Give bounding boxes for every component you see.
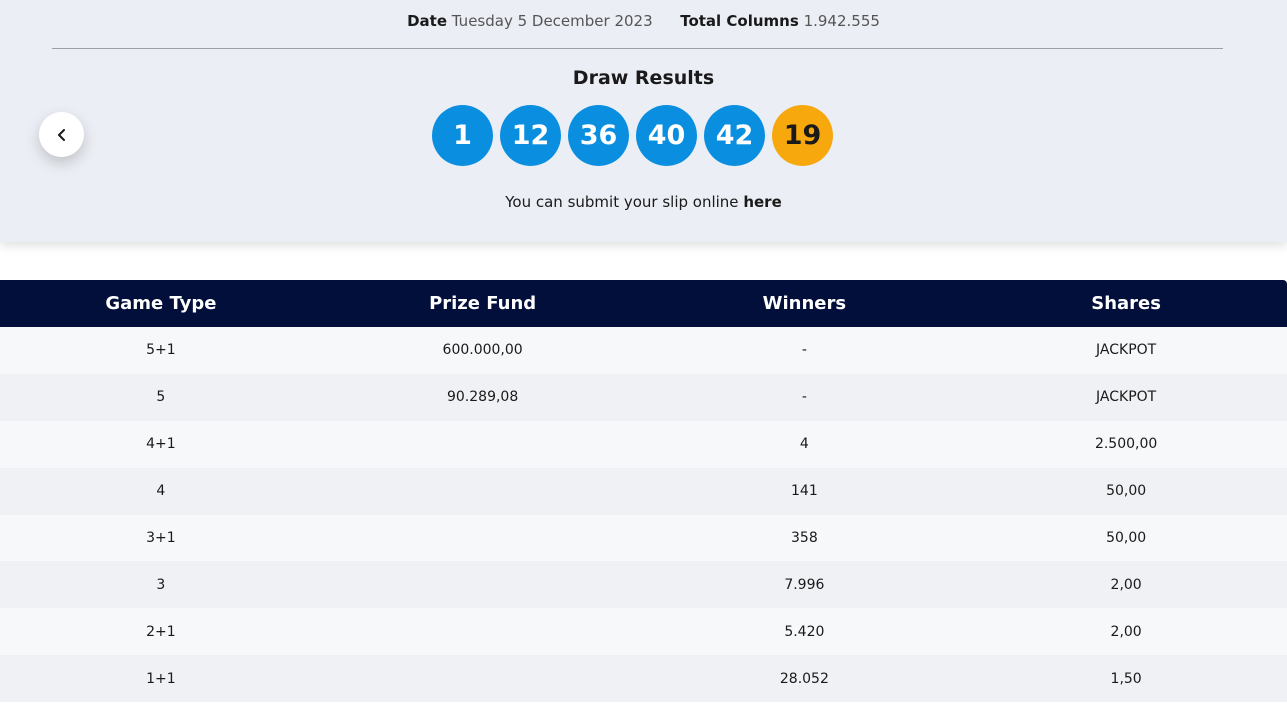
- cell-prize-fund: 90.289,08: [446, 389, 519, 406]
- table-row: 4 141 50,00: [0, 467, 1287, 515]
- table-row: 5 90.289,08 - JACKPOT: [0, 373, 1287, 421]
- cell-winners: 5.420: [784, 623, 825, 640]
- previous-draw-button[interactable]: [39, 112, 84, 157]
- cell-game-type: 4: [156, 483, 166, 500]
- cell-shares: 50,00: [1106, 483, 1147, 500]
- submit-slip-label: You can submit your slip online: [505, 193, 739, 211]
- number-ball: 40: [636, 105, 697, 166]
- table-row: 1+1 28.052 1,50: [0, 655, 1287, 703]
- cell-winners: -: [801, 342, 807, 359]
- cell-winners: 28.052: [779, 670, 829, 687]
- table-row: 3+1 358 50,00: [0, 514, 1287, 562]
- cell-winners: 358: [791, 530, 818, 546]
- column-header-prize-fund: Prize Fund: [429, 293, 537, 314]
- drawn-numbers: 1 12 36 40 42 19: [432, 105, 833, 166]
- draw-info-panel: Date Tuesday 5 December 2023 Total Colum…: [0, 0, 1287, 242]
- cell-game-type: 5+1: [146, 342, 176, 359]
- draw-meta: Date Tuesday 5 December 2023 Total Colum…: [0, 12, 1287, 30]
- number-ball: 36: [568, 105, 629, 166]
- cell-winners: 141: [791, 483, 818, 500]
- chevron-left-icon: [57, 128, 65, 141]
- date-value: Tuesday 5 December 2023: [451, 12, 653, 30]
- cell-game-type: 1+1: [146, 670, 176, 687]
- cell-shares: JACKPOT: [1096, 342, 1157, 359]
- number-ball: 1: [432, 105, 493, 166]
- column-header-winners: Winners: [762, 293, 847, 314]
- cell-shares: 2,00: [1110, 623, 1142, 640]
- cell-shares: 2.500,00: [1094, 436, 1158, 453]
- total-columns-label: Total Columns: [680, 12, 799, 30]
- submit-slip-link[interactable]: here: [743, 193, 781, 211]
- column-header-game-type: Game Type: [105, 293, 217, 314]
- number-ball: 42: [704, 105, 765, 166]
- date-label: Date: [407, 12, 448, 30]
- cell-shares: JACKPOT: [1096, 389, 1157, 406]
- cell-game-type: 3+1: [146, 530, 176, 546]
- cell-winners: 7.996: [784, 576, 825, 593]
- total-columns-value: 1.942.555: [803, 12, 880, 30]
- cell-shares: 50,00: [1106, 530, 1147, 546]
- divider: [52, 48, 1223, 49]
- prize-table: Game Type Prize Fund Winners Shares 5+1 …: [0, 280, 1287, 703]
- table-header: Game Type Prize Fund Winners Shares: [0, 280, 1287, 327]
- cell-game-type: 3: [156, 576, 166, 593]
- bonus-number-ball: 19: [772, 105, 833, 166]
- cell-prize-fund: 600.000,00: [442, 342, 523, 359]
- cell-shares: 2,00: [1110, 576, 1142, 593]
- table-row: 5+1 600.000,00 - JACKPOT: [0, 327, 1287, 374]
- draw-results-title: Draw Results: [572, 67, 715, 89]
- cell-winners: -: [801, 389, 807, 406]
- submit-slip-text: You can submit your slip online here: [0, 193, 1287, 211]
- cell-shares: 1,50: [1110, 670, 1142, 687]
- cell-winners: 4: [799, 436, 809, 453]
- column-header-shares: Shares: [1091, 293, 1161, 314]
- table-row: 2+1 5.420 2,00: [0, 608, 1287, 656]
- table-body: 5+1 600.000,00 - JACKPOT 5 90.289,08 - J…: [0, 327, 1287, 703]
- table-row: 3 7.996 2,00: [0, 561, 1287, 609]
- cell-game-type: 4+1: [146, 436, 176, 453]
- cell-game-type: 5: [156, 389, 166, 406]
- cell-game-type: 2+1: [146, 623, 176, 640]
- number-ball: 12: [500, 105, 561, 166]
- table-row: 4+1 4 2.500,00: [0, 420, 1287, 468]
